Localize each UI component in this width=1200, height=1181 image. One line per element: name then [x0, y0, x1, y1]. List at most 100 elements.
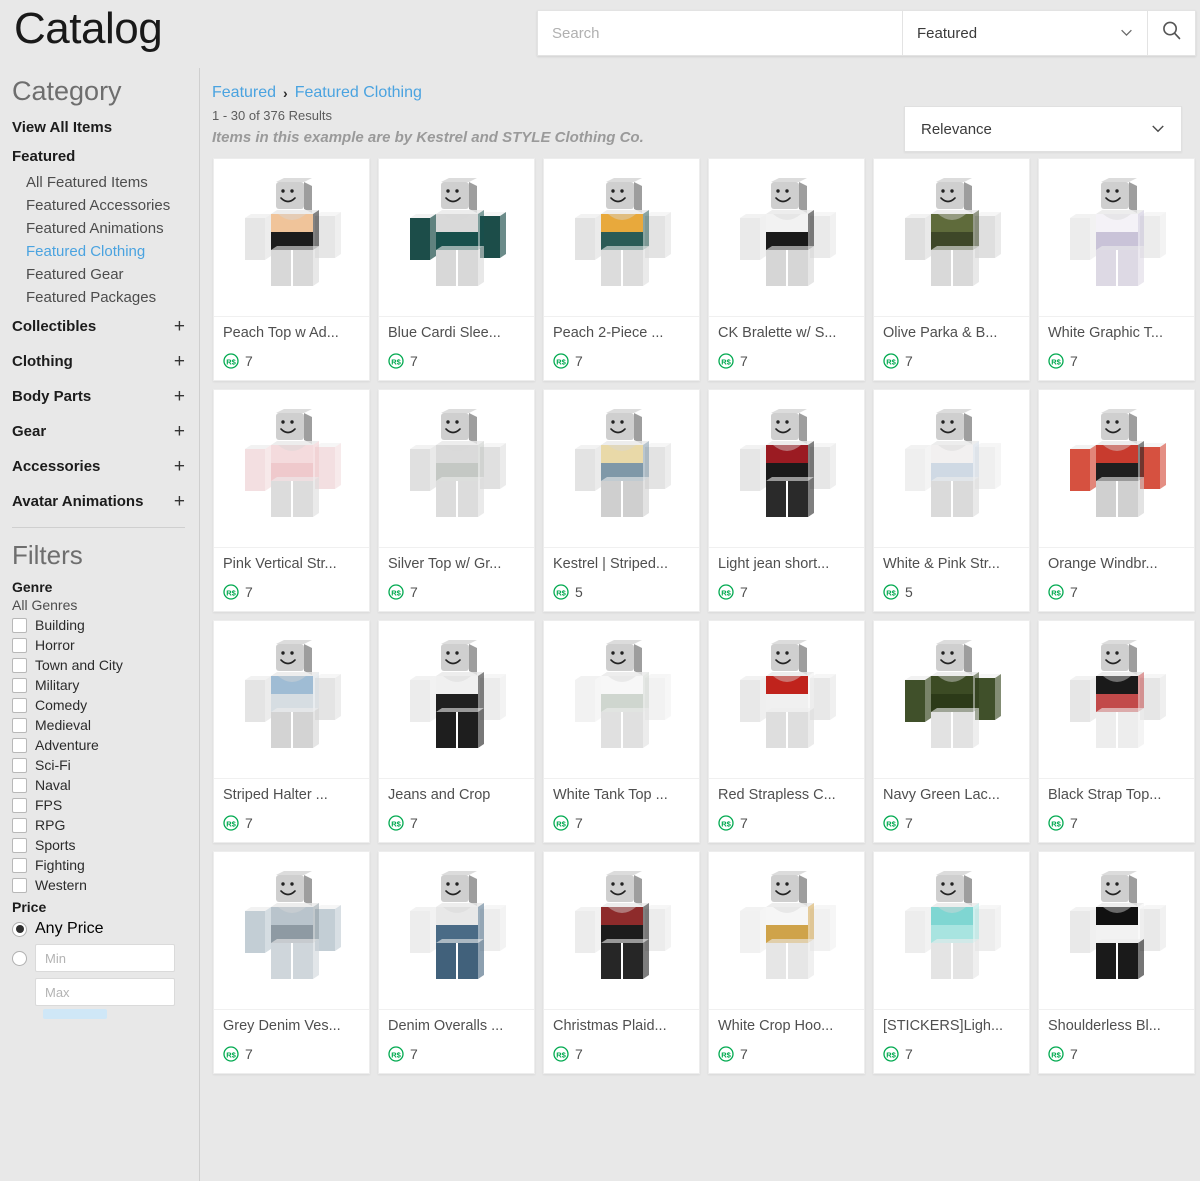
- checkbox-icon[interactable]: [12, 617, 27, 633]
- item-thumbnail[interactable]: [874, 159, 1029, 317]
- catalog-item-card[interactable]: CK Bralette w/ S... R$ 7: [708, 158, 865, 381]
- breadcrumb-root[interactable]: Featured: [212, 84, 276, 102]
- catalog-item-card[interactable]: White & Pink Str... R$ 5: [873, 389, 1030, 612]
- sidebar-item-featured-accessories[interactable]: Featured Accessories: [12, 194, 199, 217]
- item-thumbnail[interactable]: [379, 390, 534, 548]
- catalog-item-card[interactable]: Peach Top w Ad... R$ 7: [213, 158, 370, 381]
- item-thumbnail[interactable]: [1039, 390, 1194, 548]
- max-price-input[interactable]: [35, 978, 175, 1006]
- all-genres-option[interactable]: All Genres: [12, 597, 199, 613]
- item-title[interactable]: White Crop Hoo...: [718, 1018, 855, 1034]
- item-thumbnail[interactable]: [379, 159, 534, 317]
- checkbox-icon[interactable]: [12, 817, 27, 833]
- item-title[interactable]: Navy Green Lac...: [883, 787, 1020, 803]
- item-thumbnail[interactable]: [874, 390, 1029, 548]
- checkbox-icon[interactable]: [12, 717, 27, 733]
- catalog-item-card[interactable]: Kestrel | Striped... R$ 5: [543, 389, 700, 612]
- genre-checkbox-row[interactable]: Horror: [12, 635, 199, 655]
- item-thumbnail[interactable]: [214, 852, 369, 1010]
- item-title[interactable]: Denim Overalls ...: [388, 1018, 525, 1034]
- item-thumbnail[interactable]: [874, 621, 1029, 779]
- item-title[interactable]: Orange Windbr...: [1048, 556, 1185, 572]
- catalog-item-card[interactable]: White Graphic T... R$ 7: [1038, 158, 1195, 381]
- item-title[interactable]: Grey Denim Ves...: [223, 1018, 360, 1034]
- item-title[interactable]: Blue Cardi Slee...: [388, 325, 525, 341]
- item-thumbnail[interactable]: [709, 852, 864, 1010]
- item-title[interactable]: Olive Parka & B...: [883, 325, 1020, 341]
- sidebar-group-clothing[interactable]: Clothing +: [12, 344, 199, 379]
- catalog-item-card[interactable]: Black Strap Top... R$ 7: [1038, 620, 1195, 843]
- item-thumbnail[interactable]: [1039, 852, 1194, 1010]
- genre-checkbox-row[interactable]: Comedy: [12, 695, 199, 715]
- sidebar-group-featured[interactable]: Featured: [12, 148, 199, 165]
- checkbox-icon[interactable]: [12, 877, 27, 893]
- min-price-input[interactable]: [35, 944, 175, 972]
- sidebar-item-featured-packages[interactable]: Featured Packages: [12, 286, 199, 309]
- catalog-item-card[interactable]: White Tank Top ... R$ 7: [543, 620, 700, 843]
- genre-checkbox-row[interactable]: Adventure: [12, 735, 199, 755]
- checkbox-icon[interactable]: [12, 857, 27, 873]
- genre-checkbox-row[interactable]: Medieval: [12, 715, 199, 735]
- catalog-item-card[interactable]: Christmas Plaid... R$ 7: [543, 851, 700, 1074]
- genre-checkbox-row[interactable]: Military: [12, 675, 199, 695]
- item-title[interactable]: Peach 2-Piece ...: [553, 325, 690, 341]
- item-title[interactable]: White & Pink Str...: [883, 556, 1020, 572]
- genre-checkbox-row[interactable]: Sci-Fi: [12, 755, 199, 775]
- expand-plus-icon[interactable]: +: [174, 317, 185, 336]
- checkbox-icon[interactable]: [12, 657, 27, 673]
- catalog-item-card[interactable]: Jeans and Crop R$ 7: [378, 620, 535, 843]
- checkbox-icon[interactable]: [12, 737, 27, 753]
- sidebar-group-body-parts[interactable]: Body Parts +: [12, 379, 199, 414]
- genre-checkbox-row[interactable]: Fighting: [12, 855, 199, 875]
- item-thumbnail[interactable]: [214, 159, 369, 317]
- item-thumbnail[interactable]: [874, 852, 1029, 1010]
- catalog-item-card[interactable]: Denim Overalls ... R$ 7: [378, 851, 535, 1074]
- catalog-item-card[interactable]: Blue Cardi Slee... R$ 7: [378, 158, 535, 381]
- item-thumbnail[interactable]: [379, 621, 534, 779]
- sidebar-group-avatar-animations[interactable]: Avatar Animations +: [12, 484, 199, 519]
- catalog-item-card[interactable]: Red Strapless C... R$ 7: [708, 620, 865, 843]
- item-thumbnail[interactable]: [214, 390, 369, 548]
- item-thumbnail[interactable]: [709, 390, 864, 548]
- item-title[interactable]: Black Strap Top...: [1048, 787, 1185, 803]
- catalog-item-card[interactable]: Navy Green Lac... R$ 7: [873, 620, 1030, 843]
- checkbox-icon[interactable]: [12, 757, 27, 773]
- item-thumbnail[interactable]: [544, 390, 699, 548]
- custom-price-radio[interactable]: [12, 950, 27, 966]
- genre-checkbox-row[interactable]: Town and City: [12, 655, 199, 675]
- item-title[interactable]: Peach Top w Ad...: [223, 325, 360, 341]
- sidebar-item-view-all[interactable]: View All Items: [12, 119, 199, 136]
- sidebar-group-gear[interactable]: Gear +: [12, 414, 199, 449]
- sidebar-item-all-featured-items[interactable]: All Featured Items: [12, 171, 199, 194]
- catalog-item-card[interactable]: Striped Halter ... R$ 7: [213, 620, 370, 843]
- genre-checkbox-row[interactable]: RPG: [12, 815, 199, 835]
- item-title[interactable]: Red Strapless C...: [718, 787, 855, 803]
- catalog-item-card[interactable]: Orange Windbr... R$ 7: [1038, 389, 1195, 612]
- expand-plus-icon[interactable]: +: [174, 457, 185, 476]
- item-title[interactable]: White Tank Top ...: [553, 787, 690, 803]
- checkbox-icon[interactable]: [12, 637, 27, 653]
- item-thumbnail[interactable]: [709, 159, 864, 317]
- any-price-radio[interactable]: [12, 921, 27, 937]
- item-title[interactable]: Kestrel | Striped...: [553, 556, 690, 572]
- item-title[interactable]: Light jean short...: [718, 556, 855, 572]
- checkbox-icon[interactable]: [12, 677, 27, 693]
- item-title[interactable]: Striped Halter ...: [223, 787, 360, 803]
- breadcrumb-current[interactable]: Featured Clothing: [295, 84, 422, 102]
- catalog-item-card[interactable]: White Crop Hoo... R$ 7: [708, 851, 865, 1074]
- genre-checkbox-row[interactable]: Building: [12, 615, 199, 635]
- catalog-item-card[interactable]: Grey Denim Ves... R$ 7: [213, 851, 370, 1074]
- checkbox-icon[interactable]: [12, 837, 27, 853]
- item-title[interactable]: White Graphic T...: [1048, 325, 1185, 341]
- genre-checkbox-row[interactable]: Naval: [12, 775, 199, 795]
- search-input[interactable]: [537, 10, 902, 56]
- sidebar-group-collectibles[interactable]: Collectibles +: [12, 309, 199, 344]
- item-thumbnail[interactable]: [214, 621, 369, 779]
- item-thumbnail[interactable]: [1039, 621, 1194, 779]
- item-thumbnail[interactable]: [544, 621, 699, 779]
- sidebar-group-accessories[interactable]: Accessories +: [12, 449, 199, 484]
- search-category-select[interactable]: Featured: [902, 10, 1147, 56]
- sidebar-item-featured-gear[interactable]: Featured Gear: [12, 263, 199, 286]
- item-title[interactable]: Shoulderless Bl...: [1048, 1018, 1185, 1034]
- item-thumbnail[interactable]: [709, 621, 864, 779]
